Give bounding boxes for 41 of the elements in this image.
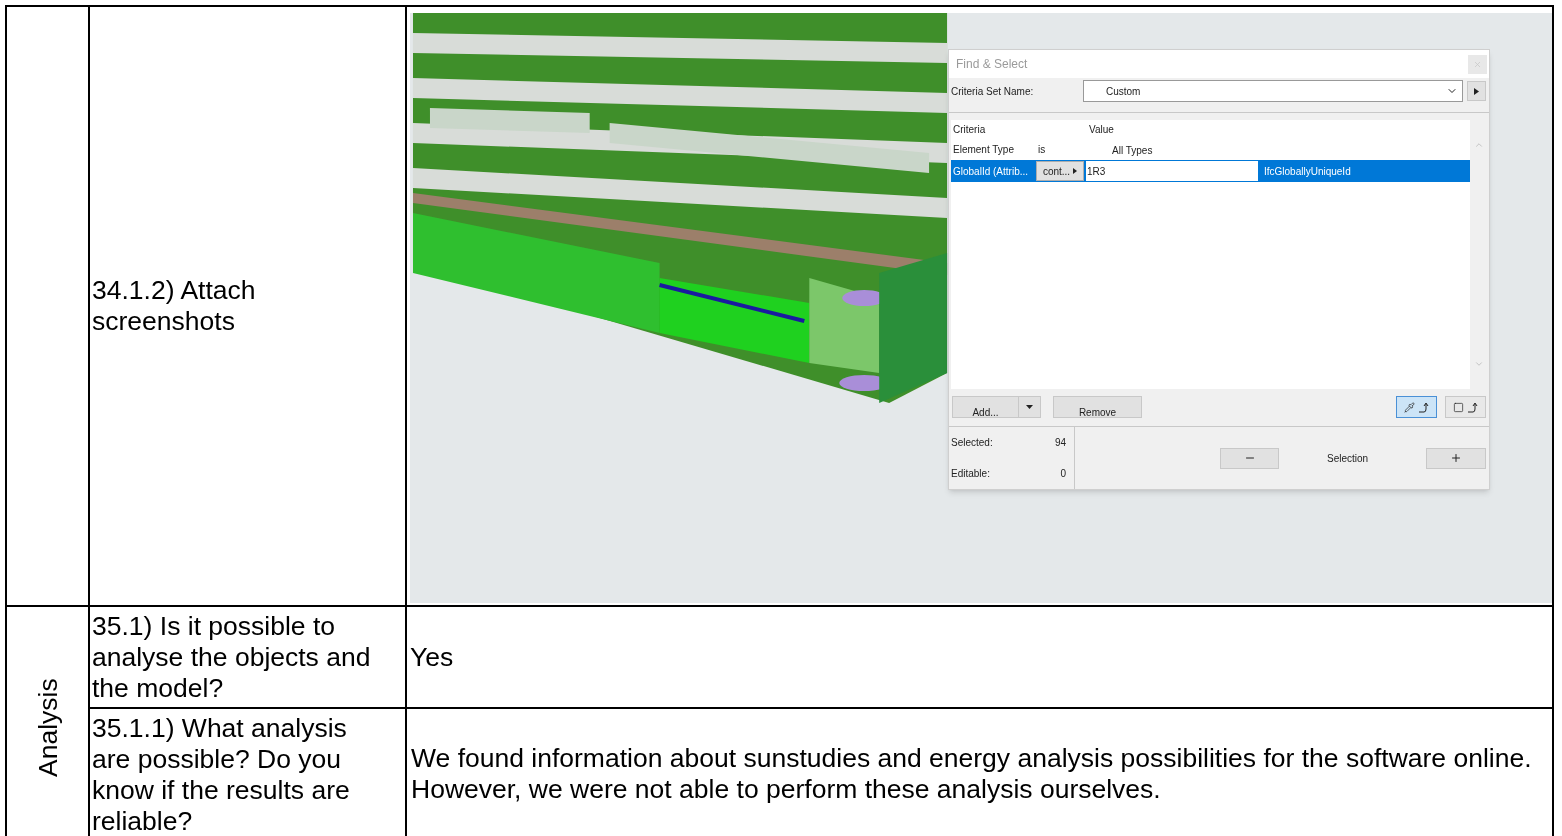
triangle-right-icon	[1474, 87, 1479, 95]
tool-toggle[interactable]	[1396, 396, 1437, 418]
question-text: 35.1) Is it possible to analyse the objects and the model?	[92, 611, 372, 704]
criteria-set-dropdown[interactable]: Custom	[1083, 80, 1463, 102]
criteria-type: IfcGloballyUniqueId	[1263, 164, 1351, 179]
curved-arrow-icon	[1466, 401, 1479, 413]
answer-text: Yes	[409, 641, 455, 673]
play-button[interactable]	[1467, 81, 1486, 101]
square-icon	[1452, 401, 1464, 413]
tool-toggle[interactable]	[1445, 396, 1486, 418]
column-header: Criteria	[952, 122, 987, 137]
close-icon	[1473, 59, 1482, 69]
section-label: Analysis	[33, 678, 64, 777]
question-text: 34.1.2) Attach screenshots	[92, 275, 257, 337]
selection-label: Selection	[1327, 451, 1369, 466]
criteria-row[interactable]: GlobalId (Attrib... cont... 1R3 IfcGloballyUniqueId	[951, 160, 1470, 182]
stat-value: 0	[1060, 467, 1066, 481]
criteria-operator: is	[1037, 142, 1047, 157]
criteria-set-label: Criteria Set Name:	[951, 84, 1035, 99]
value-field[interactable]: 1R3	[1086, 161, 1258, 181]
dialog-title: Find & Select	[956, 55, 1028, 73]
plus-button[interactable]	[1426, 447, 1486, 469]
curved-arrow-icon	[1417, 401, 1430, 413]
eyedropper-icon	[1403, 401, 1415, 413]
operator-button[interactable]: cont...	[1036, 161, 1084, 181]
close-button[interactable]	[1468, 54, 1487, 74]
caret-button[interactable]	[1019, 396, 1041, 418]
criteria-name: Element Type	[952, 142, 1015, 157]
remove-button[interactable]: Remove	[1053, 396, 1142, 418]
criteria-name: GlobalId (Attrib...	[952, 164, 1030, 179]
triangle-right-icon	[1073, 168, 1078, 174]
caret-icon	[1026, 405, 1033, 409]
question-text: 35.1.1) What analysis are possible? Do you know if the results are reliable?	[92, 713, 351, 836]
add-button[interactable]: Add...	[952, 396, 1019, 418]
criteria-value: All Types	[1111, 143, 1154, 158]
answer-text: We found information about sunstudies and energy analysis possibilities for the software online. However, we were not able to perform these analysis ourselves.	[410, 743, 1533, 805]
stat-value: 94	[1054, 436, 1066, 450]
plus-icon	[1450, 452, 1462, 464]
column-header: Value	[1088, 122, 1114, 137]
stat-label: Selected:	[951, 436, 993, 450]
stat-label: Editable:	[951, 467, 990, 481]
